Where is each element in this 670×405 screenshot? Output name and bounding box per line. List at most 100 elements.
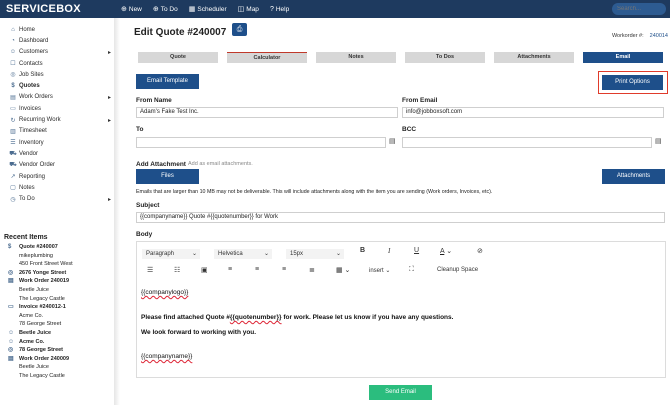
address-book-icon[interactable]: ▤ (389, 137, 396, 145)
underline-icon[interactable]: U (414, 247, 419, 254)
workorder-icon: ▤ (8, 278, 14, 285)
editor-content[interactable]: {{companylogo}} Please find attached Quo… (141, 289, 661, 362)
sidebar-item-job-sites[interactable]: ◎ Job Sites (0, 69, 114, 80)
address-book-icon[interactable]: ▤ (655, 137, 662, 145)
link-icon[interactable]: ⊘ (477, 247, 483, 255)
todo-icon: ◷ (10, 196, 16, 203)
files-button[interactable]: Files (136, 169, 199, 184)
contacts-icon: ☐ (10, 61, 16, 68)
recent-item[interactable]: ▤ Work Order 240009 Beetle Juice The Legacy… (0, 355, 114, 381)
tab-todos[interactable]: To Dos (405, 52, 485, 63)
recent-item[interactable]: ▭ Invoice #240012-1 Acme Co. 78 George Stre… (0, 303, 114, 329)
email-template-button[interactable]: Email Template (136, 74, 199, 89)
workorder-link[interactable]: 240014 (650, 33, 668, 39)
sidebar-item-invoices[interactable]: ▭ Invoices (0, 103, 114, 114)
paragraph-select[interactable]: Paragraph ⌄ (142, 249, 200, 259)
recent-item-title: Invoice #240012-1 (19, 304, 66, 311)
sidebar-item-quotes[interactable]: $ Quotes (0, 80, 114, 91)
name-placeholder: {{companyname}} (141, 353, 193, 360)
bcc-field[interactable] (402, 137, 652, 148)
send-email-button[interactable]: Send Email (369, 385, 432, 400)
sidebar-item-to-do[interactable]: ◷ To Do ▸ (0, 193, 114, 204)
quotes-icon: $ (11, 83, 15, 90)
recent-item-detail: 78 George Street (19, 321, 62, 328)
servicebox-logo[interactable]: SERVICEBOX (6, 3, 121, 15)
nav-map[interactable]: ◫ Map (238, 5, 259, 14)
tab-notes[interactable]: Notes (316, 52, 396, 63)
nav-new[interactable]: ⊕ New (121, 5, 142, 14)
recent-item[interactable]: $ Quote #240007 mikeplumbing 450 Front Stre… (0, 243, 114, 269)
invoice-icon: ▭ (8, 304, 14, 311)
bold-icon[interactable]: B (360, 247, 365, 254)
font-size-select[interactable]: 15px ⌄ (286, 249, 344, 259)
table-icon[interactable]: ▦ ⌄ (336, 266, 350, 274)
subject-field[interactable]: {{companyname}} Quote #{{quotenumber}} f… (136, 212, 665, 223)
fullscreen-icon[interactable]: ⛶ (409, 266, 414, 274)
recent-item[interactable]: ▤ Work Order 240019 Beetle Juice The Legacy… (0, 277, 114, 303)
cleanup-space-button[interactable]: Cleanup Space (437, 267, 478, 273)
search-input[interactable] (612, 3, 666, 15)
nav-help[interactable]: ? Help (270, 6, 289, 13)
quote-icon: $ (8, 244, 12, 250)
print-options-button[interactable]: Print Options (602, 75, 663, 90)
sidebar-item-label: Recurring Work (19, 117, 61, 124)
workorder-number: Workorder #: 240014 (611, 33, 668, 39)
nav-scheduler[interactable]: ▦ Scheduler (189, 5, 227, 14)
from-email-label: From Email (402, 97, 438, 104)
sidebar-item-customers[interactable]: ☺ Customers ▸ (0, 47, 114, 58)
tab-email[interactable]: Email (583, 52, 663, 63)
sidebar-item-label: Customers (19, 49, 49, 56)
to-field[interactable] (136, 137, 386, 148)
logo-placeholder: {{companylogo}} (141, 289, 189, 296)
recent-item[interactable]: ☺ Acme Co. (0, 338, 114, 347)
chevron-down-icon: ⌄ (335, 251, 341, 257)
add-attachment-label: Add Attachment (136, 161, 186, 168)
from-name-label: From Name (136, 97, 172, 104)
recent-item[interactable]: ◎ 2676 Yonge Street (0, 269, 114, 278)
nav-todo[interactable]: ⊕ To Do (153, 5, 178, 14)
attachments-button[interactable]: Attachments (602, 169, 665, 184)
recent-item[interactable]: ☺ Beetle Juice (0, 329, 114, 338)
sidebar-item-work-orders[interactable]: ▤ Work Orders ▸ (0, 92, 114, 103)
recent-item-detail: Beetle Juice (19, 286, 49, 293)
sidebar-item-vendor-order[interactable]: ⛟ Vendor Order (0, 160, 114, 171)
italic-icon[interactable]: I (388, 247, 390, 255)
sidebar-item-dashboard[interactable]: ◔ Dashboard (0, 35, 114, 46)
bullet-list-icon[interactable]: ☷ (174, 266, 180, 274)
font-color-icon[interactable]: A ⌄ (440, 247, 452, 255)
sidebar-item-timesheet[interactable]: ▥ Timesheet (0, 126, 114, 137)
sidebar-item-recurring-work[interactable]: ↻ Recurring Work ▸ (0, 114, 114, 125)
image-icon[interactable]: ▣ (201, 266, 208, 274)
print-options-highlight: Print Options (598, 71, 668, 94)
chevron-down-icon: ⌄ (263, 251, 269, 257)
sidebar-item-label: Work Orders (19, 94, 53, 101)
justify-icon[interactable]: ≣ (309, 266, 315, 274)
align-right-icon[interactable]: ≡ (255, 266, 259, 273)
add-attachment-hint: Add as email attachments. (188, 161, 253, 167)
insert-menu[interactable]: insert ⌄ (369, 267, 390, 274)
sidebar-item-vendor[interactable]: ⛟ Vendor (0, 148, 114, 159)
sidebar-item-reporting[interactable]: ↗ Reporting (0, 171, 114, 182)
from-email-field[interactable]: info@jobboxsoft.com (402, 107, 664, 118)
recent-item[interactable]: ◎ 78 George Street (0, 346, 114, 355)
sidebar-item-home[interactable]: ⌂ Home (0, 24, 114, 35)
align-center-icon[interactable]: ≡ (282, 266, 286, 273)
sidebar-item-contacts[interactable]: ☐ Contacts (0, 58, 114, 69)
sidebar-item-inventory[interactable]: ☰ Inventory (0, 137, 114, 148)
numbered-list-icon[interactable]: ☰ (147, 266, 153, 274)
tab-attachments[interactable]: Attachments (494, 52, 574, 63)
align-left-icon[interactable]: ≡ (228, 266, 232, 273)
tab-calculator[interactable]: Calculator (227, 52, 307, 63)
chevron-right-icon: ▸ (107, 196, 111, 203)
font-select[interactable]: Helvetica ⌄ (214, 249, 272, 259)
timesheet-icon: ▥ (10, 128, 16, 135)
invoices-icon: ▭ (10, 106, 16, 113)
tab-quote[interactable]: Quote (138, 52, 218, 63)
bcc-label: BCC (402, 126, 417, 133)
print-icon[interactable]: ⎙ (232, 23, 247, 36)
chevron-right-icon: ▸ (107, 49, 111, 56)
body-label: Body (136, 231, 153, 238)
sidebar-item-notes[interactable]: ▢ Notes (0, 182, 114, 193)
from-name-field[interactable]: Adam's Fake Test Inc. (136, 107, 398, 118)
plus-circle-icon: ⊕ (121, 6, 127, 13)
